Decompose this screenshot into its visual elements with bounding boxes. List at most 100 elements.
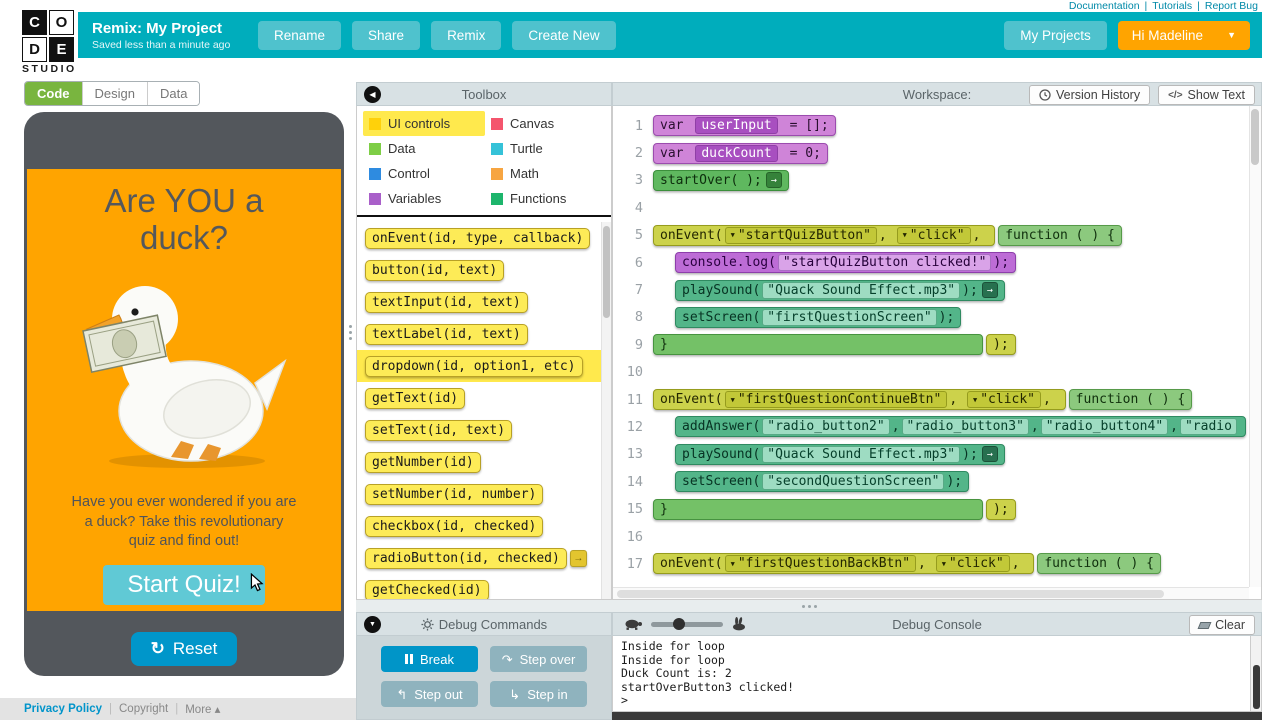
toolbox-category-functions[interactable]: Functions (485, 186, 607, 211)
expand-arrow-icon[interactable]: → (981, 282, 998, 299)
string-slot[interactable]: "startQuizButton clicked!" (777, 254, 992, 272)
toolbox-category-math[interactable]: Math (485, 161, 607, 186)
step-in-button[interactable]: ↳ Step in (490, 681, 587, 707)
code-block-playsound[interactable]: playSound("Quack Sound Effect.mp3"); → (675, 279, 1005, 301)
code-block-function-open[interactable]: function ( ) { (1068, 389, 1193, 411)
top-link-documentation[interactable]: Documentation (1069, 0, 1140, 12)
variable-name-slot[interactable]: userInput (695, 117, 778, 135)
code-block-function-close[interactable]: } (653, 498, 983, 520)
code-block-setscreen[interactable]: setScreen("secondQuestionScreen"); (675, 471, 970, 493)
string-slot[interactable]: "Quack Sound Effect.mp3" (762, 445, 961, 463)
toolbox-block-textinput[interactable]: textInput(id, text) (365, 291, 528, 313)
code-block-onevent[interactable]: onEvent(▼ "startQuizButton", ▼ "click", (653, 224, 996, 246)
workspace-vertical-scrollbar[interactable] (1249, 106, 1261, 587)
toolbox-category-variables[interactable]: Variables (363, 186, 485, 211)
string-slot[interactable]: "secondQuestionScreen" (762, 473, 945, 491)
toolbox-category-ui-controls[interactable]: UI controls (363, 111, 485, 136)
string-slot[interactable]: "radio_button3" (901, 418, 1029, 436)
code-block-close-paren[interactable]: ); (986, 498, 1016, 520)
string-slot[interactable]: "radio (1179, 418, 1237, 436)
code-block-onevent[interactable]: onEvent(▼ "firstQuestionBackBtn", ▼ "click… (653, 553, 1035, 575)
toolbox-category-data[interactable]: Data (363, 136, 485, 161)
string-slot[interactable]: "radio_button2" (762, 418, 890, 436)
code-block-console-log[interactable]: console.log("startQuizButton clicked!"); (675, 252, 1017, 274)
toolbox-block-dropdown[interactable]: dropdown(id, option1, etc) (365, 355, 583, 377)
toolbox-category-control[interactable]: Control (363, 161, 485, 186)
reset-button[interactable]: ↻ Reset (131, 632, 237, 666)
variable-name-slot[interactable]: duckCount (695, 144, 778, 162)
panel-resize-handle-vertical[interactable] (345, 318, 355, 346)
toolbox-scrollbar[interactable] (601, 222, 611, 599)
rename-button[interactable]: Rename (258, 20, 342, 50)
break-button[interactable]: Break (381, 646, 478, 672)
expand-arrow-icon[interactable]: → (981, 446, 998, 463)
code-block-addanswer[interactable]: addAnswer("radio_button2", "radio_button3… (675, 416, 1246, 438)
console-vertical-scrollbar[interactable] (1250, 636, 1262, 712)
toolbox-block-checkbox[interactable]: checkbox(id, checked) (365, 515, 544, 537)
toolbox-block-radiobutton[interactable]: radioButton(id, checked) (365, 547, 567, 569)
tab-code[interactable]: Code (25, 82, 83, 105)
dropdown-chip[interactable]: ▼ "click" (967, 391, 1042, 409)
footer-link-privacy-policy[interactable]: Privacy Policy (24, 703, 102, 715)
speed-slider-thumb[interactable] (673, 617, 685, 630)
code-block-function-close[interactable]: } (653, 334, 983, 356)
step-out-button[interactable]: ↰ Step out (381, 681, 478, 707)
tab-design[interactable]: Design (82, 82, 148, 105)
share-button[interactable]: Share (352, 20, 421, 50)
debug-button-label: Break (420, 651, 454, 667)
expand-arrow-icon[interactable]: → (765, 172, 782, 189)
dropdown-chip[interactable]: ▼ "click" (935, 555, 1010, 573)
footer-link-copyright[interactable]: Copyright (119, 703, 168, 715)
user-menu-button[interactable]: Hi Madeline ▼ (1117, 20, 1250, 50)
code-block-close-paren[interactable]: ); (986, 334, 1016, 356)
debug-console-output[interactable]: Inside for loop Inside for loop Duck Count… (612, 636, 1250, 712)
version-history-button[interactable]: Version History (1029, 85, 1151, 105)
step-over-button[interactable]: ↷ Step over (490, 646, 587, 672)
workspace-horizontal-scrollbar[interactable] (613, 587, 1249, 599)
tab-data[interactable]: Data (147, 82, 200, 105)
toolbox-category-canvas[interactable]: Canvas (485, 111, 607, 136)
code-block-setscreen[interactable]: setScreen("firstQuestionScreen"); (675, 306, 962, 328)
start-quiz-button[interactable]: Start Quiz! (103, 565, 265, 605)
string-slot[interactable]: "firstQuestionScreen" (762, 308, 937, 326)
remix-button[interactable]: Remix (431, 20, 502, 50)
toolbox-block-getnumber[interactable]: getNumber(id) (365, 451, 481, 473)
my-projects-button[interactable]: My Projects (1004, 20, 1107, 50)
speed-slider[interactable] (623, 617, 747, 631)
dropdown-chip[interactable]: ▼ "click" (896, 226, 971, 244)
dropdown-chip[interactable]: ▼ "firstQuestionContinueBtn" (724, 391, 948, 409)
create-new-button[interactable]: Create New (512, 20, 616, 50)
toolbox-block-onevent[interactable]: onEvent(id, type, callback) (365, 227, 591, 249)
toolbox-block-textlabel[interactable]: textLabel(id, text) (365, 323, 528, 345)
top-link-report-bug[interactable]: Report Bug (1205, 0, 1258, 12)
collapse-debug-button[interactable]: ▼ (364, 615, 381, 633)
toolbox-block-settext[interactable]: setText(id, text) (365, 419, 513, 441)
string-slot[interactable]: "radio_button4" (1040, 418, 1169, 436)
code-block-var[interactable]: var userInput = []; (653, 115, 836, 137)
code-block-function-open[interactable]: function ( ) { (998, 224, 1122, 246)
panel-resize-handle-horizontal[interactable] (356, 600, 1262, 612)
toolbox-block-gettext[interactable]: getText(id) (365, 387, 466, 409)
dropdown-chip[interactable]: ▼ "firstQuestionBackBtn" (724, 555, 917, 573)
code-text: ); (946, 474, 963, 490)
code-block-playsound[interactable]: playSound("Quack Sound Effect.mp3"); → (675, 443, 1005, 465)
collapse-toolbox-button[interactable]: ◀ (364, 85, 381, 103)
toolbox-category-turtle[interactable]: Turtle (485, 136, 607, 161)
string-slot[interactable]: "Quack Sound Effect.mp3" (762, 281, 961, 299)
expand-arrow-icon[interactable]: → (569, 549, 587, 567)
line-number: 9 (634, 336, 643, 353)
clear-console-button[interactable]: Clear (1189, 615, 1255, 635)
toolbox-block-getchecked[interactable]: getChecked(id) (365, 579, 489, 599)
footer-link-more[interactable]: More ▴ (185, 702, 220, 716)
code-block-function-open[interactable]: function ( ) { (1037, 553, 1161, 575)
show-text-button[interactable]: </> Show Text (1158, 85, 1255, 105)
code-block-onevent[interactable]: onEvent(▼ "firstQuestionContinueBtn", ▼ "c… (653, 389, 1066, 411)
code-block-var[interactable]: var duckCount = 0; (653, 142, 828, 164)
dropdown-chip[interactable]: ▼ "startQuizButton" (724, 226, 877, 244)
toolbox-block-button[interactable]: button(id, text) (365, 259, 505, 281)
toolbox-block-setnumber[interactable]: setNumber(id, number) (365, 483, 544, 505)
console-horizontal-scrollbar[interactable] (612, 712, 1262, 720)
top-link-tutorials[interactable]: Tutorials (1152, 0, 1192, 12)
code-block-call[interactable]: startOver( ); → (653, 169, 789, 191)
speed-slider-track[interactable] (651, 617, 723, 630)
